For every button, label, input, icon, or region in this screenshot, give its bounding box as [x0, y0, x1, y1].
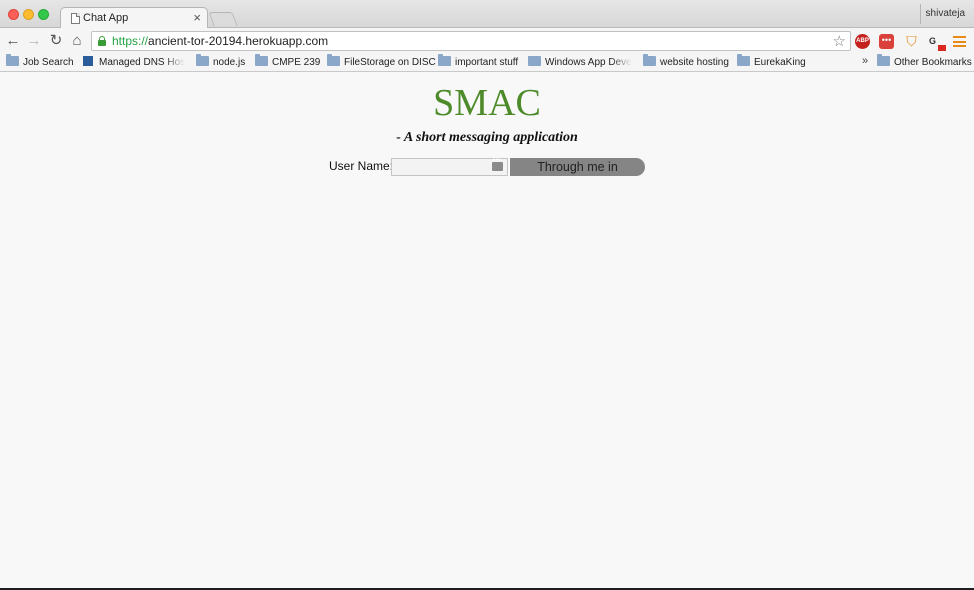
bookmark-eurekaking[interactable]: EurekaKing: [737, 54, 806, 70]
folder-icon: [255, 54, 268, 66]
url-host: ancient-tor-20194.herokuapp.com: [148, 34, 329, 48]
bookmark-other-bookmarks[interactable]: Other Bookmarks: [877, 54, 972, 70]
app-title: SMAC: [433, 82, 541, 124]
bookmark-label: important stuff: [455, 57, 519, 68]
bookmark-label: Windows App Develo: [545, 57, 632, 68]
bookmark-important-stuff[interactable]: important stuff: [438, 54, 519, 70]
bookmark-label: Other Bookmarks: [894, 57, 972, 68]
bookmark-filestorage[interactable]: FileStorage on DISC: [327, 54, 436, 70]
bookmark-label: Managed DNS Hostin: [99, 57, 185, 68]
bookmark-nodejs[interactable]: node.js: [196, 54, 246, 70]
folder-icon: [327, 54, 340, 66]
window-maximize-button[interactable]: [38, 9, 49, 20]
username-input[interactable]: [391, 158, 508, 176]
forward-icon[interactable]: →: [26, 32, 42, 50]
page-icon: [71, 13, 80, 24]
url-text[interactable]: https://ancient-tor-20194.herokuapp.com: [112, 34, 328, 48]
new-tab-button[interactable]: [208, 12, 238, 26]
bookmarks-bar: Job Search Managed DNS Hostin node.js CM…: [0, 54, 974, 72]
address-bar[interactable]: https://ancient-tor-20194.herokuapp.com …: [91, 31, 851, 51]
window-minimize-button[interactable]: [23, 9, 34, 20]
home-icon[interactable]: ⌂: [69, 32, 85, 50]
ge-extension-icon[interactable]: G: [929, 34, 946, 51]
chrome-menu-icon[interactable]: [953, 36, 966, 47]
page-content: SMAC - A short messaging application Use…: [0, 73, 974, 588]
folder-icon: [528, 56, 541, 66]
bookmark-label: website hosting: [660, 57, 729, 68]
bookmark-label: CMPE 239: [272, 57, 321, 68]
back-icon[interactable]: ←: [5, 32, 21, 50]
dns-icon: [83, 56, 93, 66]
folder-icon: [196, 54, 209, 66]
lastpass-icon[interactable]: •••: [879, 34, 894, 49]
shield-extension-icon[interactable]: ⛉: [904, 34, 919, 49]
bookmark-label: Job Search: [23, 57, 74, 68]
submit-button[interactable]: Through me in: [510, 158, 645, 176]
bookmark-website-hosting[interactable]: website hosting: [643, 54, 729, 70]
bookmark-windows-app[interactable]: Windows App Develo: [528, 56, 632, 70]
lock-icon: [98, 36, 106, 46]
browser-window: Chat App × shivateja ← → ↻ ⌂ https://anc…: [0, 0, 974, 590]
password-manager-key-icon[interactable]: [492, 157, 503, 171]
bookmark-cmpe-239[interactable]: CMPE 239: [255, 54, 321, 70]
folder-icon: [877, 54, 890, 66]
bookmark-label: FileStorage on DISC: [344, 57, 436, 68]
folder-icon: [438, 54, 451, 66]
bookmark-label: node.js: [213, 57, 246, 68]
bookmark-label: EurekaKing: [754, 57, 806, 68]
window-close-button[interactable]: [8, 9, 19, 20]
bookmark-star-icon[interactable]: ☆: [833, 32, 846, 50]
toolbar: ← → ↻ ⌂ https://ancient-tor-20194.heroku…: [0, 28, 974, 54]
app-tagline: - A short messaging application: [396, 130, 578, 145]
bookmarks-overflow-icon[interactable]: »: [862, 55, 868, 67]
adblock-plus-icon[interactable]: ABP: [855, 34, 870, 49]
username-label: User Name:: [329, 159, 394, 173]
folder-icon: [737, 54, 750, 66]
tab-bar: Chat App × shivateja: [0, 0, 974, 29]
tab-title: Chat App: [83, 12, 129, 24]
url-scheme: https://: [112, 34, 149, 48]
profile-name[interactable]: shivateja: [919, 4, 970, 24]
reload-icon[interactable]: ↻: [48, 32, 64, 50]
tab-chat-app[interactable]: Chat App ×: [60, 7, 208, 29]
tab-close-icon[interactable]: ×: [193, 10, 201, 25]
bookmark-managed-dns[interactable]: Managed DNS Hostin: [83, 56, 185, 70]
folder-icon: [6, 54, 19, 66]
bookmark-job-search[interactable]: Job Search: [6, 54, 74, 70]
folder-icon: [643, 54, 656, 66]
